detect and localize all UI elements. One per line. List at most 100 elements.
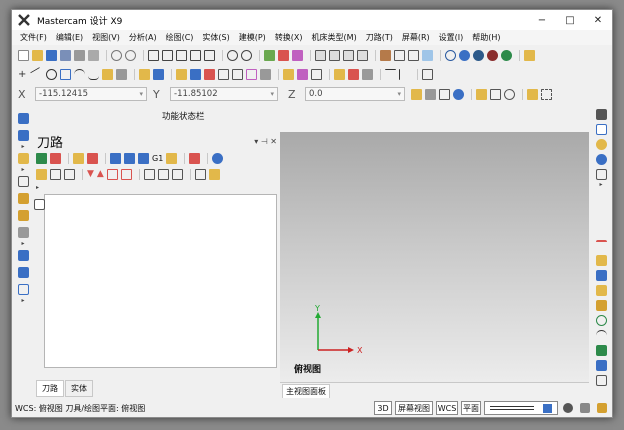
zoom-window-icon[interactable]: [176, 49, 187, 61]
rotate-xform-icon[interactable]: [204, 68, 215, 80]
post-g1-label[interactable]: G1: [152, 154, 163, 163]
refresh-icon[interactable]: [504, 88, 515, 100]
viewsheet-tab[interactable]: 主视图面板: [282, 384, 330, 399]
tool-3-icon[interactable]: [362, 68, 373, 80]
print-icon[interactable]: [74, 49, 85, 61]
grid-icon[interactable]: [297, 68, 308, 80]
only-display-icon[interactable]: [143, 168, 155, 180]
view-top-icon[interactable]: [315, 49, 326, 61]
vertical-dimension-icon[interactable]: [399, 68, 410, 80]
tree-options-icon[interactable]: [34, 199, 45, 210]
select-only-icon[interactable]: [541, 88, 552, 100]
lock-icon[interactable]: [36, 168, 47, 180]
analyze-icon[interactable]: [595, 360, 607, 371]
project-icon[interactable]: [246, 68, 257, 80]
print-preview-icon[interactable]: [88, 49, 99, 61]
translate-icon[interactable]: [176, 68, 187, 80]
add-icon[interactable]: [595, 270, 607, 281]
help-icon[interactable]: [453, 88, 464, 100]
menu-solids[interactable]: 实体(S): [202, 32, 229, 43]
pencil-icon[interactable]: [524, 49, 535, 61]
insert-arrow-icon[interactable]: [106, 168, 118, 180]
save-icon[interactable]: [46, 49, 57, 61]
backplot-icon[interactable]: [110, 152, 121, 164]
compare-icon[interactable]: [595, 169, 607, 180]
color-ball-icon[interactable]: [473, 49, 484, 61]
z-coordinate-field[interactable]: 0.0 ▾: [305, 87, 405, 101]
chevron-down-icon[interactable]: ▾: [139, 90, 143, 98]
document-icon[interactable]: [595, 124, 607, 135]
expand-arrow-icon[interactable]: ▸: [21, 241, 24, 247]
translucent-icon[interactable]: [422, 49, 433, 61]
simulate-icon[interactable]: [138, 152, 149, 164]
maximize-button[interactable]: □: [556, 10, 584, 30]
fit-icon[interactable]: [148, 49, 159, 61]
save-as-icon[interactable]: [60, 49, 71, 61]
move-down-icon[interactable]: ▼: [87, 169, 94, 179]
verify-icon[interactable]: [124, 152, 135, 164]
level-icon[interactable]: [311, 68, 322, 80]
filter-icon[interactable]: [194, 168, 206, 180]
circle-select-icon[interactable]: [595, 315, 607, 326]
solid-extrude-icon[interactable]: [283, 68, 294, 80]
tool-2-icon[interactable]: [348, 68, 359, 80]
shaded-icon[interactable]: [380, 49, 391, 61]
cut-icon[interactable]: [157, 168, 169, 180]
scale-icon[interactable]: [218, 68, 229, 80]
tool-icon[interactable]: [334, 68, 345, 80]
chamfer-icon[interactable]: [116, 68, 127, 80]
box-2-icon[interactable]: [17, 210, 29, 221]
view-right-icon[interactable]: [343, 49, 354, 61]
select-dirty-icon[interactable]: [50, 152, 61, 164]
chevron-down-icon[interactable]: ▾: [270, 90, 274, 98]
break-icon[interactable]: [153, 68, 164, 80]
y-coordinate-field[interactable]: -11.85102 ▾: [170, 87, 278, 101]
curve-icon[interactable]: [595, 345, 607, 356]
arc-fit-icon[interactable]: [595, 330, 607, 341]
attributes-display[interactable]: [484, 401, 558, 415]
fillet-icon[interactable]: [102, 68, 113, 80]
mill-icon[interactable]: [595, 109, 607, 120]
menu-toolpaths[interactable]: 刀路(T): [366, 32, 393, 43]
cutter-icon[interactable]: [17, 227, 29, 238]
wcs-button[interactable]: WCS: [436, 401, 458, 415]
panel-window-controls[interactable]: ▾ ⊣ ✕: [254, 137, 277, 146]
menu-edit[interactable]: 编辑(E): [56, 32, 83, 43]
tab-toolpaths[interactable]: 刀路: [36, 380, 64, 397]
path-icon[interactable]: [595, 285, 607, 296]
spline-icon[interactable]: [88, 69, 99, 80]
zoom-out-icon[interactable]: [241, 49, 252, 61]
select-all-operations-icon[interactable]: [36, 152, 47, 164]
redo-icon[interactable]: [125, 49, 136, 61]
autocursor-icon[interactable]: [425, 88, 436, 100]
solid-ops-icon[interactable]: [595, 375, 607, 386]
offset-icon[interactable]: [232, 68, 243, 80]
regenerate-dirty-icon[interactable]: [87, 152, 98, 164]
fast-point-icon[interactable]: [411, 88, 422, 100]
expand-arrow-icon[interactable]: ▸: [599, 182, 602, 188]
shape-icon[interactable]: [17, 267, 29, 278]
trim-icon[interactable]: [139, 68, 150, 80]
lightning-icon[interactable]: [595, 255, 607, 266]
render-icon[interactable]: [578, 401, 592, 415]
material-icon[interactable]: [595, 401, 609, 415]
undo-icon[interactable]: [111, 49, 122, 61]
toolpath-manager-icon[interactable]: [17, 130, 29, 141]
paste-icon[interactable]: [171, 168, 183, 180]
globe-icon[interactable]: [445, 49, 456, 61]
rectangle-icon[interactable]: [60, 68, 71, 80]
expand-arrow-icon[interactable]: ▸: [21, 167, 24, 173]
box-icon[interactable]: [17, 193, 29, 204]
help-icon[interactable]: [212, 152, 224, 164]
array-icon[interactable]: [260, 68, 271, 80]
minimize-button[interactable]: −: [528, 10, 556, 30]
color-ball-2-icon[interactable]: [487, 49, 498, 61]
menu-settings[interactable]: 设置(I): [439, 32, 464, 43]
graphics-viewport[interactable]: Y X 俯视图: [280, 132, 589, 382]
regenerate-all-icon[interactable]: [73, 152, 84, 164]
tab-solids[interactable]: 实体: [65, 380, 93, 397]
insert-arrow-2-icon[interactable]: [120, 168, 132, 180]
new-file-icon[interactable]: [18, 49, 29, 61]
delete-all-icon[interactable]: [189, 152, 201, 164]
zoom-target-icon[interactable]: [190, 49, 201, 61]
